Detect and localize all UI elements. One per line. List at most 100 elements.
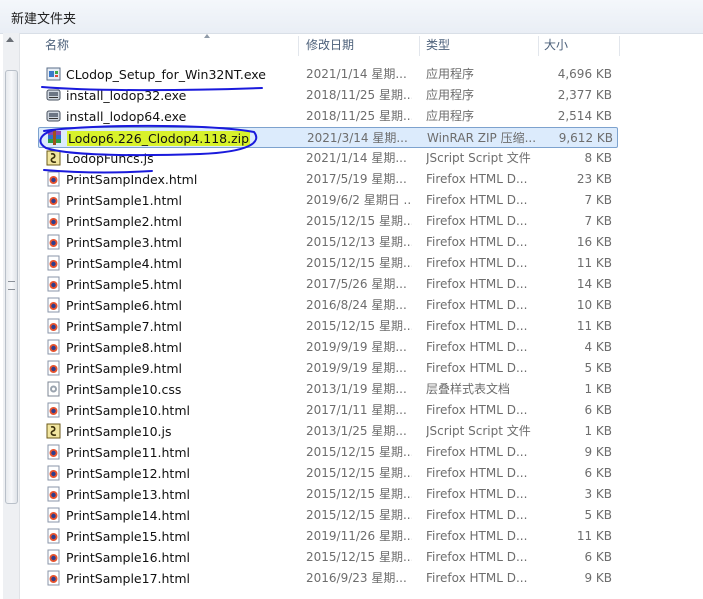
- column-divider[interactable]: [298, 36, 299, 56]
- file-modified-date: 2018/11/25 星期...: [306, 88, 412, 102]
- file-modified-date: 2019/9/19 星期...: [306, 340, 407, 354]
- highlighted-file-name: Lodop6.226_Clodop4.118.zip: [67, 131, 251, 146]
- file-type: Firefox HTML D...: [426, 214, 528, 228]
- firefox-html-icon: [46, 360, 61, 376]
- file-name[interactable]: PrintSample8.html: [66, 337, 306, 358]
- column-divider[interactable]: [419, 36, 420, 56]
- file-size: 7 KB: [584, 193, 612, 207]
- column-header-date[interactable]: 修改日期: [306, 33, 354, 58]
- scrollbar-grip-icon: [8, 281, 15, 290]
- file-type: Firefox HTML D...: [426, 361, 528, 375]
- file-row[interactable]: PrintSample15.html 2019/11/26 星期... Firefo…: [38, 526, 616, 547]
- file-size: 11 KB: [576, 529, 612, 543]
- file-name[interactable]: CLodop_Setup_for_Win32NT.exe: [66, 64, 306, 85]
- file-size: 6 KB: [584, 550, 612, 564]
- file-size: 3 KB: [584, 487, 612, 501]
- file-row[interactable]: PrintSample4.html 2015/12/15 星期... Firefox…: [38, 253, 616, 274]
- file-name[interactable]: PrintSample4.html: [66, 253, 306, 274]
- file-size: 5 KB: [584, 361, 612, 375]
- file-type: Firefox HTML D...: [426, 445, 528, 459]
- file-row[interactable]: PrintSample13.html 2015/12/15 星期... Firefo…: [38, 484, 616, 505]
- file-name[interactable]: PrintSample5.html: [66, 274, 306, 295]
- column-divider[interactable]: [538, 36, 539, 56]
- file-name[interactable]: install_lodop64.exe: [66, 106, 306, 127]
- scroll-up-arrow-icon[interactable]: [6, 37, 14, 42]
- file-type: JScript Script 文件: [426, 424, 531, 438]
- firefox-html-icon: [46, 234, 61, 250]
- file-name[interactable]: PrintSample7.html: [66, 316, 306, 337]
- file-row[interactable]: CLodop_Setup_for_Win32NT.exe 2021/1/14 星期…: [38, 64, 616, 85]
- file-row[interactable]: PrintSample10.css 2013/1/19 星期... 层叠样式表文档 1…: [38, 379, 616, 400]
- file-row[interactable]: Lodop6.226_Clodop4.118.zip 2021/3/14 星期..…: [38, 127, 618, 148]
- installer-icon: [46, 87, 61, 103]
- file-row[interactable]: PrintSample10.html 2017/1/11 星期... Firefox…: [38, 400, 616, 421]
- file-modified-date: 2019/11/26 星期...: [306, 529, 412, 543]
- file-type: 应用程序: [426, 67, 475, 81]
- file-name[interactable]: PrintSample12.html: [66, 463, 306, 484]
- firefox-html-icon: [46, 213, 61, 229]
- file-name[interactable]: PrintSample11.html: [66, 442, 306, 463]
- file-name[interactable]: PrintSample14.html: [66, 505, 306, 526]
- file-row[interactable]: PrintSample12.html 2015/12/15 星期... Firefo…: [38, 463, 616, 484]
- column-divider[interactable]: [619, 36, 620, 56]
- file-row[interactable]: PrintSample7.html 2015/12/15 星期... Firefox…: [38, 316, 616, 337]
- firefox-html-icon: [46, 570, 61, 586]
- file-type: Firefox HTML D...: [426, 172, 528, 186]
- scrollbar-thumb[interactable]: [5, 70, 18, 504]
- firefox-html-icon: [46, 549, 61, 565]
- file-type: JScript Script 文件: [426, 151, 531, 165]
- file-size: 9,612 KB: [558, 131, 613, 145]
- firefox-html-icon: [46, 255, 61, 271]
- file-type: Firefox HTML D...: [426, 529, 528, 543]
- file-row[interactable]: LodopFuncs.js 2021/1/14 星期... JScript Scri…: [38, 148, 616, 169]
- file-name[interactable]: PrintSample10.css: [66, 379, 306, 400]
- file-name[interactable]: PrintSample9.html: [66, 358, 306, 379]
- file-name[interactable]: PrintSample6.html: [66, 295, 306, 316]
- file-row[interactable]: PrintSample16.html 2015/12/15 星期... Firefo…: [38, 547, 616, 568]
- file-row[interactable]: PrintSample9.html 2019/9/19 星期... Firefox …: [38, 358, 616, 379]
- file-name[interactable]: Lodop6.226_Clodop4.118.zip: [67, 128, 307, 149]
- file-row[interactable]: PrintSample8.html 2019/9/19 星期... Firefox …: [38, 337, 616, 358]
- file-row[interactable]: PrintSample1.html 2019/6/2 星期日 ... Firefox…: [38, 190, 616, 211]
- file-name[interactable]: PrintSample17.html: [66, 568, 306, 589]
- file-modified-date: 2015/12/15 星期...: [306, 445, 412, 459]
- file-row[interactable]: PrintSample5.html 2017/5/26 星期... Firefox …: [38, 274, 616, 295]
- file-type: 层叠样式表文档: [426, 382, 511, 396]
- file-row[interactable]: install_lodop64.exe 2018/11/25 星期... 应用程序 2…: [38, 106, 616, 127]
- file-name[interactable]: PrintSample1.html: [66, 190, 306, 211]
- file-name[interactable]: PrintSample16.html: [66, 547, 306, 568]
- file-name[interactable]: install_lodop32.exe: [66, 85, 306, 106]
- file-modified-date: 2017/5/26 星期...: [306, 277, 407, 291]
- file-row[interactable]: PrintSample6.html 2016/8/24 星期... Firefox …: [38, 295, 616, 316]
- file-row[interactable]: PrintSample10.js 2013/1/25 星期... JScript S…: [38, 421, 616, 442]
- jscript-icon: [46, 423, 61, 439]
- vertical-scrollbar[interactable]: [3, 33, 20, 599]
- column-header-size[interactable]: 大小: [544, 33, 568, 58]
- file-modified-date: 2013/1/25 星期...: [306, 424, 407, 438]
- file-name[interactable]: PrintSample10.html: [66, 400, 306, 421]
- file-type: 应用程序: [426, 109, 475, 123]
- file-row[interactable]: PrintSample11.html 2015/12/15 星期... Firefo…: [38, 442, 616, 463]
- column-header-name[interactable]: 名称: [45, 33, 69, 58]
- file-name[interactable]: PrintSample3.html: [66, 232, 306, 253]
- file-name[interactable]: LodopFuncs.js: [66, 148, 306, 169]
- file-row[interactable]: PrintSampIndex.html 2017/5/19 星期... Firefo…: [38, 169, 616, 190]
- file-row[interactable]: PrintSample17.html 2016/9/23 星期... Firefox…: [38, 568, 616, 589]
- file-size: 1 KB: [584, 382, 612, 396]
- file-name[interactable]: PrintSample2.html: [66, 211, 306, 232]
- file-type: 应用程序: [426, 88, 475, 102]
- file-name[interactable]: PrintSample13.html: [66, 484, 306, 505]
- file-type: Firefox HTML D...: [426, 277, 528, 291]
- column-header-type[interactable]: 类型: [426, 33, 450, 58]
- firefox-html-icon: [46, 528, 61, 544]
- file-name[interactable]: PrintSample15.html: [66, 526, 306, 547]
- file-row[interactable]: PrintSample2.html 2015/12/15 星期... Firefox…: [38, 211, 616, 232]
- file-name[interactable]: PrintSampIndex.html: [66, 169, 306, 190]
- file-row[interactable]: PrintSample14.html 2015/12/15 星期... Firefo…: [38, 505, 616, 526]
- file-row[interactable]: install_lodop32.exe 2018/11/25 星期... 应用程序 2…: [38, 85, 616, 106]
- file-name[interactable]: PrintSample10.js: [66, 421, 306, 442]
- file-type: Firefox HTML D...: [426, 193, 528, 207]
- file-modified-date: 2013/1/19 星期...: [306, 382, 407, 396]
- file-modified-date: 2015/12/15 星期...: [306, 256, 412, 270]
- file-row[interactable]: PrintSample3.html 2015/12/13 星期... Firefox…: [38, 232, 616, 253]
